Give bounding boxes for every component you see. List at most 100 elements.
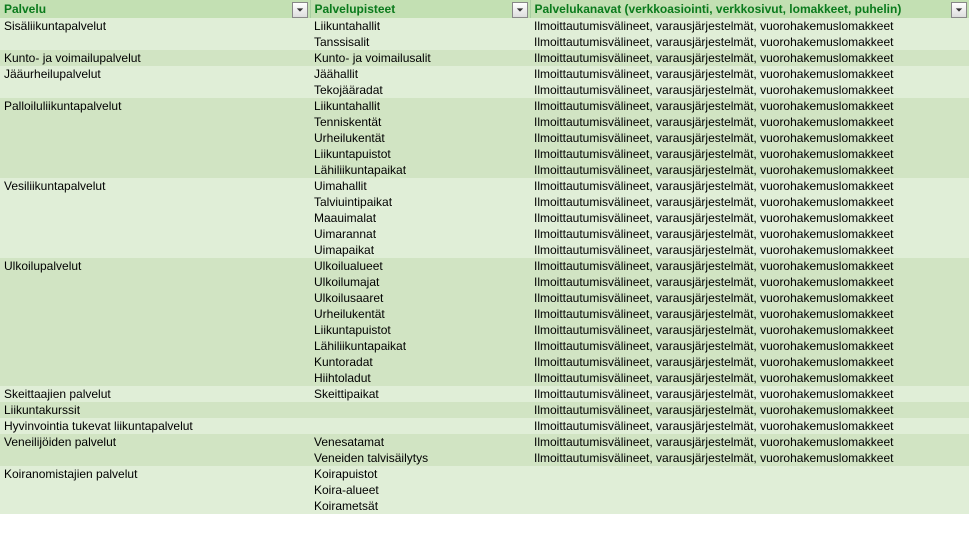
table-row: Kunto- ja voimailupalvelutKunto- ja voim…	[0, 50, 969, 66]
service-point-cell: Tanssisalit	[310, 34, 530, 50]
channel-cell: Ilmoittautumisvälineet, varausjärjestelm…	[530, 226, 969, 242]
table-row: LiikuntapuistotIlmoittautumisvälineet, v…	[0, 322, 969, 338]
service-cell: Skeittaajien palvelut	[0, 386, 310, 402]
service-point-cell: Uimapaikat	[310, 242, 530, 258]
channel-cell: Ilmoittautumisvälineet, varausjärjestelm…	[530, 450, 969, 466]
channel-cell: Ilmoittautumisvälineet, varausjärjestelm…	[530, 322, 969, 338]
table-row: UlkoilusaaretIlmoittautumisvälineet, var…	[0, 290, 969, 306]
filter-dropdown-icon[interactable]	[512, 2, 528, 18]
channel-cell: Ilmoittautumisvälineet, varausjärjestelm…	[530, 146, 969, 162]
service-point-cell: Uimarannat	[310, 226, 530, 242]
service-cell	[0, 450, 310, 466]
table-row: UimarannatIlmoittautumisvälineet, varaus…	[0, 226, 969, 242]
table-row: KuntoradatIlmoittautumisvälineet, varaus…	[0, 354, 969, 370]
table-row: Veneiden talvisäilytysIlmoittautumisväli…	[0, 450, 969, 466]
channel-cell: Ilmoittautumisvälineet, varausjärjestelm…	[530, 34, 969, 50]
service-cell	[0, 226, 310, 242]
channel-cell: Ilmoittautumisvälineet, varausjärjestelm…	[530, 290, 969, 306]
service-cell: Palloiluliikuntapalvelut	[0, 98, 310, 114]
table-row: LähiliikuntapaikatIlmoittautumisvälineet…	[0, 338, 969, 354]
service-cell	[0, 242, 310, 258]
channel-cell: Ilmoittautumisvälineet, varausjärjestelm…	[530, 306, 969, 322]
channel-cell: Ilmoittautumisvälineet, varausjärjestelm…	[530, 386, 969, 402]
table-row: UlkoilumajatIlmoittautumisvälineet, vara…	[0, 274, 969, 290]
service-point-cell: Tekojääradat	[310, 82, 530, 98]
service-point-cell: Urheilukentät	[310, 306, 530, 322]
channel-cell: Ilmoittautumisvälineet, varausjärjestelm…	[530, 178, 969, 194]
service-point-cell: Talviuintipaikat	[310, 194, 530, 210]
table-row: TanssisalitIlmoittautumisvälineet, varau…	[0, 34, 969, 50]
service-cell	[0, 194, 310, 210]
table-row: JääurheilupalvelutJäähallitIlmoittautumi…	[0, 66, 969, 82]
service-point-cell: Ulkoilusaaret	[310, 290, 530, 306]
service-point-cell: Kunto- ja voimailusalit	[310, 50, 530, 66]
header-col2[interactable]: Palvelupisteet	[310, 0, 530, 18]
filter-dropdown-icon[interactable]	[292, 2, 308, 18]
service-cell	[0, 338, 310, 354]
service-cell: Kunto- ja voimailupalvelut	[0, 50, 310, 66]
service-point-cell: Liikuntapuistot	[310, 322, 530, 338]
channel-cell: Ilmoittautumisvälineet, varausjärjestelm…	[530, 434, 969, 450]
service-point-cell: Venesatamat	[310, 434, 530, 450]
channel-cell: Ilmoittautumisvälineet, varausjärjestelm…	[530, 370, 969, 386]
table-row: HiihtoladutIlmoittautumisvälineet, varau…	[0, 370, 969, 386]
service-point-cell	[310, 402, 530, 418]
service-cell	[0, 210, 310, 226]
channel-cell: Ilmoittautumisvälineet, varausjärjestelm…	[530, 210, 969, 226]
service-point-cell: Tenniskentät	[310, 114, 530, 130]
table-row: PalloiluliikuntapalvelutLiikuntahallitIl…	[0, 98, 969, 114]
service-cell: Ulkoilupalvelut	[0, 258, 310, 274]
table-row: LähiliikuntapaikatIlmoittautumisvälineet…	[0, 162, 969, 178]
service-cell: Liikuntakurssit	[0, 402, 310, 418]
channel-cell: Ilmoittautumisvälineet, varausjärjestelm…	[530, 50, 969, 66]
table-row: Liikuntakurssit Ilmoittautumisvälineet, v…	[0, 402, 969, 418]
service-point-cell: Liikuntahallit	[310, 18, 530, 34]
header-col3[interactable]: Palvelukanavat (verkkoasiointi, verkkosi…	[530, 0, 969, 18]
filter-dropdown-icon[interactable]	[951, 2, 967, 18]
table-row: LiikuntapuistotIlmoittautumisvälineet, v…	[0, 146, 969, 162]
table-row: Veneilijöiden palvelutVenesatamatIlmoitt…	[0, 434, 969, 450]
table-row: SisäliikuntapalvelutLiikuntahallitIlmoit…	[0, 18, 969, 34]
channel-cell: Ilmoittautumisvälineet, varausjärjestelm…	[530, 114, 969, 130]
service-cell: Jääurheilupalvelut	[0, 66, 310, 82]
channel-cell: Ilmoittautumisvälineet, varausjärjestelm…	[530, 82, 969, 98]
service-point-cell	[310, 418, 530, 434]
channel-cell	[530, 482, 969, 498]
table-row: UrheilukentätIlmoittautumisvälineet, var…	[0, 130, 969, 146]
channel-cell: Ilmoittautumisvälineet, varausjärjestelm…	[530, 258, 969, 274]
header-col1[interactable]: Palvelu	[0, 0, 310, 18]
service-cell	[0, 274, 310, 290]
service-cell	[0, 290, 310, 306]
service-cell	[0, 498, 310, 514]
channel-cell: Ilmoittautumisvälineet, varausjärjestelm…	[530, 18, 969, 34]
service-point-cell: Koirametsät	[310, 498, 530, 514]
service-cell	[0, 146, 310, 162]
table-row: UimapaikatIlmoittautumisvälineet, varaus…	[0, 242, 969, 258]
channel-cell	[530, 466, 969, 482]
channel-cell: Ilmoittautumisvälineet, varausjärjestelm…	[530, 402, 969, 418]
service-point-cell: Ulkoilualueet	[310, 258, 530, 274]
table-row: TekojääradatIlmoittautumisvälineet, vara…	[0, 82, 969, 98]
header-col1-label: Palvelu	[4, 2, 46, 16]
service-point-cell: Maauimalat	[310, 210, 530, 226]
channel-cell: Ilmoittautumisvälineet, varausjärjestelm…	[530, 354, 969, 370]
service-cell	[0, 370, 310, 386]
service-point-cell: Liikuntapuistot	[310, 146, 530, 162]
table-row: Hyvinvointia tukevat liikuntapalvelutIlm…	[0, 418, 969, 434]
service-cell	[0, 82, 310, 98]
service-point-cell: Ulkoilumajat	[310, 274, 530, 290]
table-row: Koira-alueet	[0, 482, 969, 498]
service-cell	[0, 114, 310, 130]
service-point-cell: Skeittipaikat	[310, 386, 530, 402]
channel-cell: Ilmoittautumisvälineet, varausjärjestelm…	[530, 162, 969, 178]
service-point-cell: Koirapuistot	[310, 466, 530, 482]
service-cell	[0, 306, 310, 322]
service-cell	[0, 130, 310, 146]
channel-cell: Ilmoittautumisvälineet, varausjärjestelm…	[530, 98, 969, 114]
table-row: MaauimalatIlmoittautumisvälineet, varaus…	[0, 210, 969, 226]
table-row: VesiliikuntapalvelutUimahallitIlmoittaut…	[0, 178, 969, 194]
service-cell: Koiranomistajien palvelut	[0, 466, 310, 482]
service-point-cell: Koira-alueet	[310, 482, 530, 498]
service-point-cell: Kuntoradat	[310, 354, 530, 370]
channel-cell: Ilmoittautumisvälineet, varausjärjestelm…	[530, 130, 969, 146]
